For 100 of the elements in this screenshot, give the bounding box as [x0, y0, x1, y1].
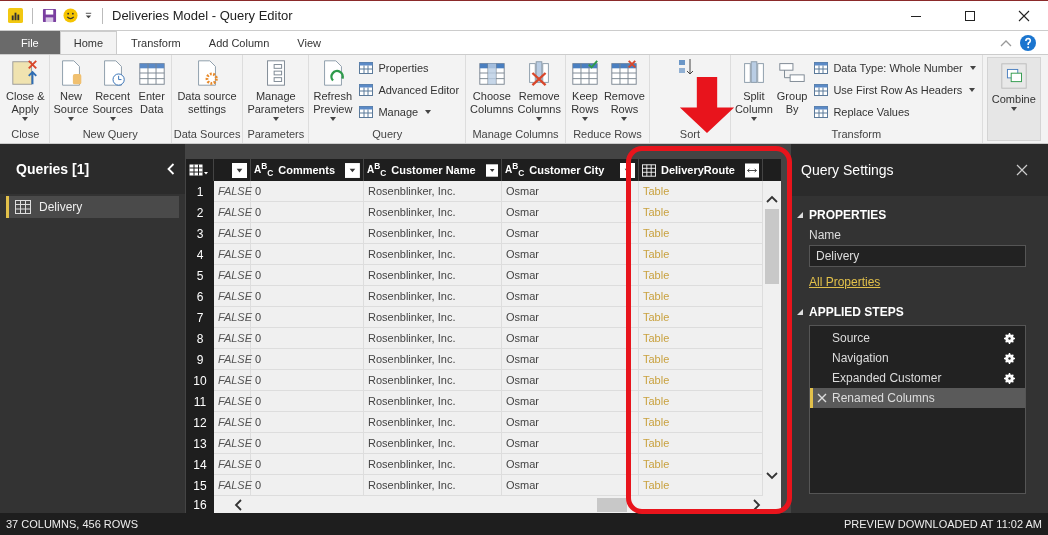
scroll-thumb[interactable]	[765, 209, 779, 284]
scroll-thumb[interactable]	[597, 498, 627, 512]
ribbon-tab[interactable]: View	[283, 31, 335, 54]
horizontal-scrollbar[interactable]	[214, 496, 781, 514]
step-item[interactable]: Expanded Customer	[810, 368, 1025, 388]
delete-step-icon[interactable]	[817, 393, 827, 403]
ribbon-tab[interactable]: File	[0, 31, 60, 54]
row-number: 10	[186, 370, 214, 391]
row-number: 5	[186, 265, 214, 286]
table-cell: Osmar	[502, 412, 639, 433]
table-icon	[813, 82, 830, 98]
table-cell: 0	[251, 349, 364, 370]
table-cell: 0	[251, 328, 364, 349]
column-header[interactable]: DeliveryRoute	[661, 164, 735, 176]
ribbon-button[interactable]: Close & Apply	[4, 58, 47, 121]
table-cell: Rosenblinker, Inc.	[364, 286, 502, 307]
keep-rows-icon	[569, 58, 600, 88]
collapse-icon[interactable]	[167, 163, 175, 175]
table-cell: Rosenblinker, Inc.	[364, 202, 502, 223]
row-number: 3	[186, 223, 214, 244]
customize-icon[interactable]	[84, 11, 93, 20]
ribbon-button[interactable]: Data Type: Whole Number	[813, 58, 976, 78]
help-icon[interactable]	[1020, 34, 1036, 51]
ribbon-button[interactable]: Replace Values	[813, 102, 976, 122]
sort-button[interactable]	[677, 58, 694, 76]
column-header[interactable]: Customer Name	[391, 164, 476, 176]
scroll-down-icon[interactable]	[766, 472, 778, 480]
table-cell: 0	[251, 370, 364, 391]
group-label: New Query	[82, 128, 138, 142]
ribbon-button[interactable]: Properties	[358, 58, 460, 78]
table-type-icon[interactable]	[642, 163, 656, 177]
ribbon-button[interactable]: Manage Parameters	[245, 58, 307, 121]
table-cell: Osmar	[502, 244, 639, 265]
table-cell: FALSE	[214, 349, 251, 370]
scroll-left-icon[interactable]	[234, 499, 242, 511]
smiley-icon[interactable]	[63, 8, 78, 23]
settings-icon[interactable]	[1004, 332, 1015, 344]
window-title: Deliveries Model - Query Editor	[112, 8, 293, 23]
scroll-up-icon[interactable]	[766, 195, 778, 203]
ribbon-button[interactable]: Refresh Preview	[311, 58, 355, 121]
filter-dropdown-icon[interactable]	[485, 162, 498, 178]
scroll-right-icon[interactable]	[753, 499, 761, 511]
table-cell: Osmar	[502, 328, 639, 349]
collapse-section-icon[interactable]	[797, 212, 803, 218]
filter-dropdown-icon[interactable]	[232, 162, 247, 178]
maximize-icon[interactable]	[964, 9, 976, 22]
ribbon-button[interactable]: Remove Columns	[515, 58, 563, 121]
settings-icon[interactable]	[1004, 372, 1015, 384]
table-cell: FALSE	[214, 328, 251, 349]
step-item[interactable]: Renamed Columns	[810, 388, 1025, 408]
table-cell: Rosenblinker, Inc.	[364, 370, 502, 391]
table-menu-icon[interactable]	[189, 164, 209, 176]
table-cell: Rosenblinker, Inc.	[364, 181, 502, 202]
table-cell: FALSE	[214, 265, 251, 286]
settings-icon[interactable]	[1004, 352, 1015, 364]
ribbon-tab[interactable]: Add Column	[194, 31, 284, 54]
column-header[interactable]: Customer City	[529, 164, 605, 176]
table-cell: 0	[251, 265, 364, 286]
ribbon-tab[interactable]: Transform	[117, 31, 195, 54]
ribbon-button[interactable]: Manage	[358, 102, 460, 122]
name-field[interactable]: Delivery	[809, 245, 1026, 267]
table-icon	[813, 60, 830, 76]
ribbon-button[interactable]: Choose Columns	[468, 58, 516, 116]
all-properties-link[interactable]: All Properties	[809, 275, 881, 289]
table-cell: Osmar	[502, 286, 639, 307]
ribbon-button[interactable]: Advanced Editor	[358, 80, 460, 100]
table-cell: Osmar	[502, 433, 639, 454]
save-icon[interactable]	[42, 8, 57, 23]
ribbon-button[interactable]: Group By	[774, 58, 810, 116]
sort-icon	[677, 58, 694, 76]
expand-column-icon[interactable]	[745, 162, 759, 178]
pane-title: Queries [1]	[16, 161, 91, 177]
table-cell: FALSE	[214, 202, 251, 223]
ribbon-button[interactable]: Split Column	[732, 58, 775, 121]
ribbon-button[interactable]: Use First Row As Headers	[813, 80, 976, 100]
table-cell: 0	[251, 391, 364, 412]
ribbon-tab[interactable]: Home	[59, 31, 118, 54]
column-header[interactable]: Comments	[278, 164, 336, 176]
query-item[interactable]: Delivery	[6, 196, 179, 218]
group-label: Query	[372, 128, 403, 142]
table-icon	[813, 104, 830, 120]
ribbon-button[interactable]: Remove Rows	[601, 58, 647, 121]
table-cell: Osmar	[502, 265, 639, 286]
ribbon-button[interactable]: New Source	[51, 58, 91, 121]
row-number: 13	[186, 433, 214, 454]
ribbon-button[interactable]: Data source settings	[175, 58, 239, 116]
filter-dropdown-icon[interactable]	[345, 162, 360, 178]
table-cell: Osmar	[502, 454, 639, 475]
table-cell: Rosenblinker, Inc.	[364, 391, 502, 412]
close-icon[interactable]	[1018, 9, 1030, 22]
collapse-ribbon-icon[interactable]	[1000, 38, 1012, 47]
table-cell: Osmar	[502, 370, 639, 391]
ribbon-button[interactable]: Enter Data	[134, 58, 169, 116]
collapse-section-icon[interactable]	[797, 309, 803, 315]
table-cell: FALSE	[214, 454, 251, 475]
table-cell: 0	[251, 412, 364, 433]
step-item[interactable]: Navigation	[810, 348, 1025, 368]
ribbon-button[interactable]: Keep Rows	[567, 58, 602, 121]
ribbon-button[interactable]: Recent Sources	[90, 58, 135, 121]
step-item[interactable]: Source	[810, 328, 1025, 348]
